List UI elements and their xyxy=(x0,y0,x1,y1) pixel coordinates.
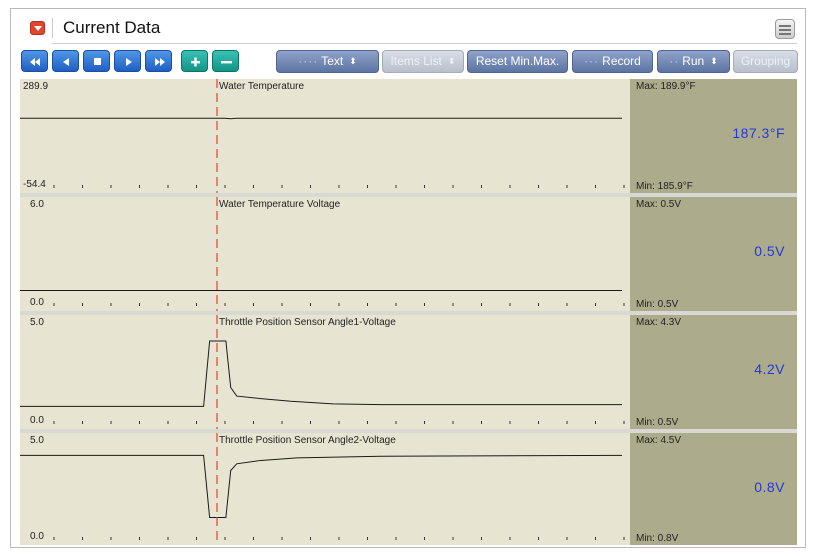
y-max-label: 5.0 xyxy=(30,435,44,446)
trace-graph xyxy=(20,433,625,545)
text-dropdown-label: Text xyxy=(321,54,344,68)
updown-arrow-icon: ⬍ xyxy=(349,56,357,66)
grouping-label: Grouping xyxy=(740,54,791,68)
plot-area[interactable]: 5.0 0.0 Throttle Position Sensor Angle1-… xyxy=(20,315,630,429)
header-divider xyxy=(52,18,53,38)
panel-throttle-angle2: 5.0 0.0 Throttle Position Sensor Angle2-… xyxy=(20,433,797,545)
run-label: Run xyxy=(682,54,705,68)
y-max-label: 6.0 xyxy=(30,199,44,210)
updown-arrow-icon: ⬍ xyxy=(447,56,456,66)
min-value: Min: 185.9°F xyxy=(636,181,693,192)
minus-icon xyxy=(221,61,232,64)
panel-water-temperature: 289.9 -54.4 Water Temperature Max: 189.9… xyxy=(20,79,797,193)
list-menu-icon[interactable] xyxy=(775,19,795,39)
text-dropdown[interactable]: ···· Text ⬍ xyxy=(276,50,379,73)
max-value: Max: 4.3V xyxy=(636,317,682,328)
plot-area[interactable]: 6.0 0.0 Water Temperature Voltage xyxy=(20,197,630,311)
trace-graph xyxy=(20,315,625,429)
min-value: Min: 0.5V xyxy=(636,417,679,428)
header-underline xyxy=(52,43,797,44)
value-panel: Max: 189.9°F 187.3°F Min: 185.9°F xyxy=(630,79,797,193)
record-label: Record xyxy=(602,54,641,68)
current-value: 0.8V xyxy=(754,479,785,495)
toolbar: ···· Text ⬍ Items List ⬍ Reset Min.Max. ···… xyxy=(11,47,805,77)
rewind-button[interactable] xyxy=(21,50,48,72)
header: Current Data xyxy=(11,9,805,45)
parameter-name: Throttle Position Sensor Angle2-Voltage xyxy=(219,435,396,446)
items-list-dropdown[interactable]: Items List ⬍ xyxy=(382,50,464,73)
plot-area[interactable]: 289.9 -54.4 Water Temperature xyxy=(20,79,630,193)
max-value: Max: 189.9°F xyxy=(636,81,696,92)
y-max-label: 289.9 xyxy=(23,81,49,92)
current-value: 187.3°F xyxy=(732,125,785,141)
fast-forward-button[interactable] xyxy=(145,50,172,72)
reset-min-max-button[interactable]: Reset Min.Max. xyxy=(467,50,568,73)
page-title: Current Data xyxy=(63,18,161,37)
y-min-label: 0.0 xyxy=(30,297,44,308)
zoom-in-button[interactable] xyxy=(181,50,208,72)
trace-line xyxy=(20,340,622,407)
collapse-icon[interactable] xyxy=(30,21,45,35)
stop-button[interactable] xyxy=(83,50,110,72)
current-value: 0.5V xyxy=(754,243,785,259)
fast-forward-icon xyxy=(155,58,165,66)
step-back-button[interactable] xyxy=(52,50,79,72)
play-icon xyxy=(126,58,132,66)
panel-throttle-angle1: 5.0 0.0 Throttle Position Sensor Angle1-… xyxy=(20,315,797,429)
items-list-label: Items List xyxy=(390,54,442,68)
rewind-icon xyxy=(30,58,40,66)
max-value: Max: 0.5V xyxy=(636,199,682,210)
play-back-icon xyxy=(63,58,69,66)
reset-min-max-label: Reset Min.Max. xyxy=(475,54,560,68)
value-panel: Max: 4.3V 4.2V Min: 0.5V xyxy=(630,315,797,429)
grouping-button[interactable]: Grouping xyxy=(733,50,798,73)
stop-icon xyxy=(94,58,101,65)
record-button[interactable]: ··· Record xyxy=(572,50,653,73)
run-dropdown[interactable]: ·· Run ⬍ xyxy=(657,50,730,73)
parameter-name: Water Temperature xyxy=(219,81,305,92)
updown-arrow-icon: ⬍ xyxy=(710,56,718,66)
min-value: Min: 0.8V xyxy=(636,533,679,544)
y-min-label: -54.4 xyxy=(23,179,46,190)
value-panel: Max: 0.5V 0.5V Min: 0.5V xyxy=(630,197,797,311)
zoom-out-button[interactable] xyxy=(212,50,239,72)
y-min-label: 0.0 xyxy=(30,415,44,426)
trace-line xyxy=(20,454,623,519)
y-min-label: 0.0 xyxy=(30,531,44,542)
plot-area[interactable]: 5.0 0.0 Throttle Position Sensor Angle2-… xyxy=(20,433,630,545)
panel-water-temperature-voltage: 6.0 0.0 Water Temperature Voltage Max: 0… xyxy=(20,197,797,311)
parameter-name: Water Temperature Voltage xyxy=(219,199,341,210)
value-panel: Max: 4.5V 0.8V Min: 0.8V xyxy=(630,433,797,545)
min-value: Min: 0.5V xyxy=(636,299,679,310)
max-value: Max: 4.5V xyxy=(636,435,682,446)
current-value: 4.2V xyxy=(754,361,785,377)
trace-graph xyxy=(20,79,625,193)
graph-panels: 289.9 -54.4 Water Temperature Max: 189.9… xyxy=(20,79,797,545)
y-max-label: 5.0 xyxy=(30,317,44,328)
parameter-name: Throttle Position Sensor Angle1-Voltage xyxy=(219,317,396,328)
trace-graph xyxy=(20,197,625,311)
step-forward-button[interactable] xyxy=(114,50,141,72)
plus-icon xyxy=(191,57,200,67)
current-data-window: Current Data ···· Text ⬍ Items List ⬍ Re… xyxy=(10,8,806,548)
